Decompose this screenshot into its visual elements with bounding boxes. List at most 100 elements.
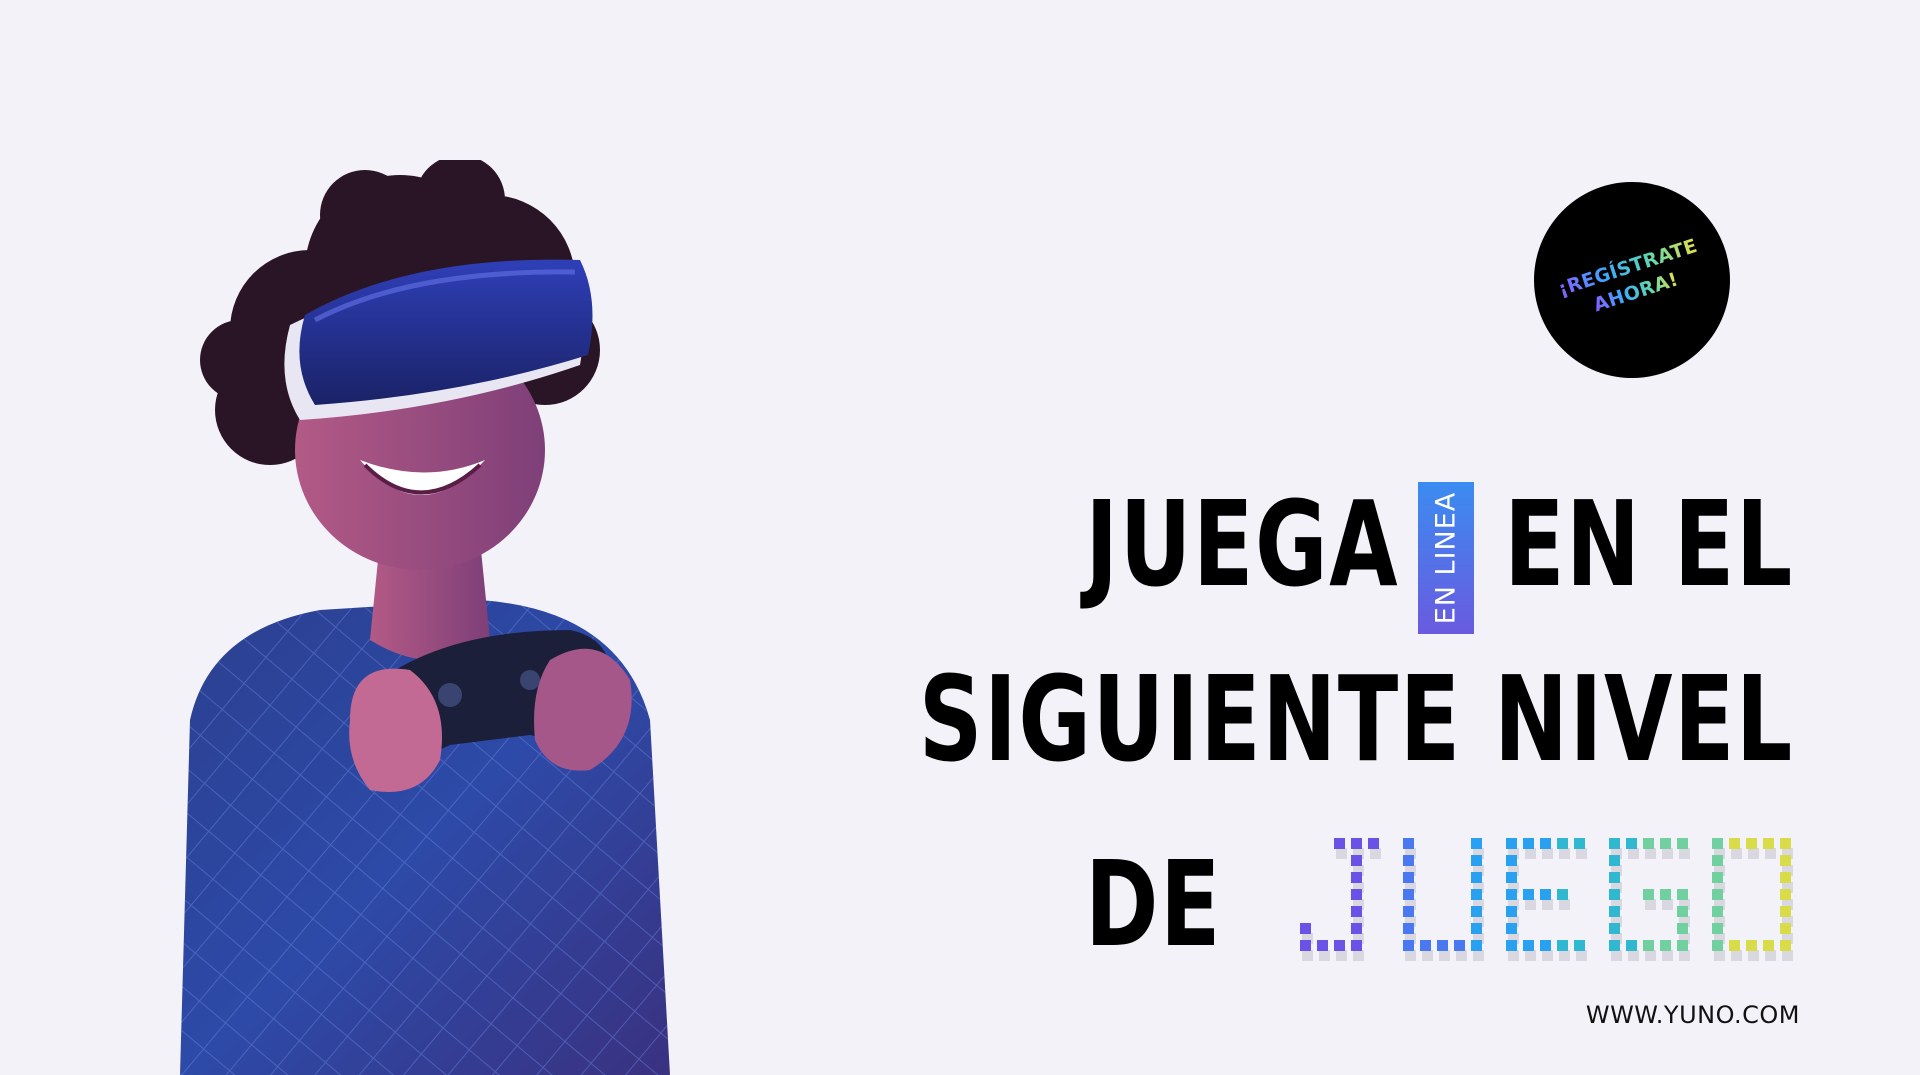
pixel-dot-shadow xyxy=(1542,848,1553,859)
pixel-dot xyxy=(1471,872,1482,883)
pixel-dot-shadow xyxy=(1439,950,1450,961)
pixel-dot xyxy=(1454,940,1465,951)
pixel-dot-shadow xyxy=(1559,950,1570,961)
pixel-word-juego xyxy=(1300,838,1808,966)
pixel-dot-shadow xyxy=(1525,950,1536,961)
pixel-dot xyxy=(1403,940,1414,951)
pixel-dot xyxy=(1557,940,1568,951)
pixel-dot xyxy=(1780,838,1791,849)
pixel-dot xyxy=(1729,940,1740,951)
pixel-dot-shadow xyxy=(1542,950,1553,961)
pixel-dot-shadow xyxy=(1302,950,1313,961)
pixel-dot-shadow xyxy=(1319,950,1330,961)
pixel-dot xyxy=(1609,855,1620,866)
pixel-dot xyxy=(1437,940,1448,951)
pixel-dot-shadow xyxy=(1456,950,1467,961)
pixel-dot xyxy=(1677,838,1688,849)
pixel-dot xyxy=(1626,940,1637,951)
pixel-dot xyxy=(1506,872,1517,883)
pixel-dot xyxy=(1351,855,1362,866)
pixel-dot-shadow xyxy=(1731,950,1742,961)
pixel-dot xyxy=(1780,923,1791,934)
pixel-dot-shadow xyxy=(1765,950,1776,961)
pixel-dot xyxy=(1471,855,1482,866)
pixel-dot xyxy=(1677,923,1688,934)
pixel-dot-shadow xyxy=(1628,950,1639,961)
headline-word-juega: JUEGA xyxy=(1085,475,1400,613)
pixel-dot-shadow xyxy=(1782,950,1793,961)
pixel-dot xyxy=(1712,855,1723,866)
pixel-dot-shadow xyxy=(1525,848,1536,859)
pixel-dot xyxy=(1660,838,1671,849)
website-url[interactable]: WWW.YUNO.COM xyxy=(1586,1001,1800,1029)
pixel-dot xyxy=(1523,838,1534,849)
pixel-dot-shadow xyxy=(1748,848,1759,859)
pixel-dot xyxy=(1557,838,1568,849)
pixel-dot-shadow xyxy=(1542,899,1553,910)
pixel-dot-shadow xyxy=(1576,950,1587,961)
headline-line-3: DE xyxy=(1085,835,1222,973)
pixel-dot-shadow xyxy=(1662,899,1673,910)
pixel-dot xyxy=(1609,940,1620,951)
pixel-dot xyxy=(1403,872,1414,883)
pixel-dot-shadow xyxy=(1645,848,1656,859)
pixel-dot xyxy=(1471,889,1482,900)
pixel-dot-shadow xyxy=(1422,950,1433,961)
pixel-dot xyxy=(1712,940,1723,951)
headline-word-en-el: EN EL xyxy=(1504,475,1794,613)
pixel-dot xyxy=(1351,838,1362,849)
pixel-dot xyxy=(1712,838,1723,849)
pixel-dot-shadow xyxy=(1508,950,1519,961)
pixel-dot xyxy=(1523,889,1534,900)
headline-line-2: SIGUIENTE NIVEL xyxy=(918,650,1794,788)
pixel-dot xyxy=(1677,940,1688,951)
pixel-dot xyxy=(1643,838,1654,849)
pixel-dot xyxy=(1351,889,1362,900)
pixel-dot xyxy=(1506,855,1517,866)
pixel-dot xyxy=(1780,940,1791,951)
pixel-dot-shadow xyxy=(1559,848,1570,859)
pixel-dot-shadow xyxy=(1679,848,1690,859)
pixel-dot-shadow xyxy=(1473,950,1484,961)
pixel-word-graphic xyxy=(1300,838,1793,961)
pixel-dot xyxy=(1609,906,1620,917)
pixel-dot xyxy=(1746,940,1757,951)
pixel-dot xyxy=(1506,940,1517,951)
vr-gamer-photo xyxy=(150,160,810,1075)
pixel-dot-shadow xyxy=(1765,848,1776,859)
pixel-dot xyxy=(1334,838,1345,849)
banner: ¡REGÍSTRATE AHORA! JUEGA EN EL EN LINEA S… xyxy=(0,0,1920,1075)
pixel-dot-shadow xyxy=(1645,950,1656,961)
pixel-dot xyxy=(1712,906,1723,917)
pixel-dot xyxy=(1506,923,1517,934)
pixel-dot xyxy=(1763,838,1774,849)
pixel-dot xyxy=(1660,940,1671,951)
pixel-dot xyxy=(1540,838,1551,849)
pixel-dot xyxy=(1746,838,1757,849)
pixel-dot-shadow xyxy=(1662,848,1673,859)
pixel-dot-shadow xyxy=(1611,950,1622,961)
pixel-dot xyxy=(1403,906,1414,917)
pixel-dot-shadow xyxy=(1525,899,1536,910)
pixel-dot xyxy=(1712,923,1723,934)
pixel-dot xyxy=(1574,838,1585,849)
pixel-dot xyxy=(1351,906,1362,917)
pixel-dot xyxy=(1471,940,1482,951)
pixel-dot xyxy=(1712,889,1723,900)
pixel-dot xyxy=(1334,940,1345,951)
pixel-dot-shadow xyxy=(1370,848,1381,859)
pixel-dot xyxy=(1780,889,1791,900)
pixel-dot xyxy=(1609,889,1620,900)
pixel-dot xyxy=(1677,889,1688,900)
pixel-dot xyxy=(1643,940,1654,951)
pixel-dot xyxy=(1609,872,1620,883)
pixel-dot xyxy=(1403,889,1414,900)
online-tag-label: EN LINEA xyxy=(1430,491,1462,625)
pixel-dot xyxy=(1420,940,1431,951)
pixel-dot-shadow xyxy=(1353,950,1364,961)
pixel-dot xyxy=(1403,923,1414,934)
pixel-dot xyxy=(1540,940,1551,951)
pixel-dot xyxy=(1351,923,1362,934)
register-now-badge[interactable]: ¡REGÍSTRATE AHORA! xyxy=(1508,156,1756,404)
online-tag: EN LINEA xyxy=(1418,482,1474,634)
